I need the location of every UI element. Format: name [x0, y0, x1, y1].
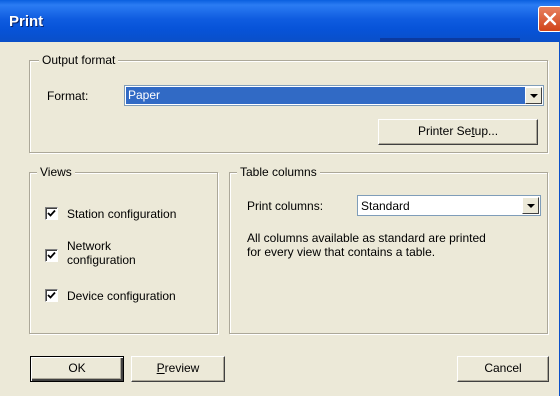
- device-configuration-label: Device configuration: [67, 289, 176, 303]
- chevron-down-icon[interactable]: [525, 87, 542, 104]
- views-group: Views Station configuration Network conf…: [29, 165, 219, 335]
- output-format-legend: Output format: [39, 53, 119, 67]
- chevron-down-icon[interactable]: [522, 197, 539, 214]
- window-title: Print: [9, 13, 44, 30]
- table-columns-group: Table columns Print columns: Standard Al…: [229, 165, 549, 335]
- station-configuration-label: Station configuration: [67, 207, 177, 221]
- table-columns-description-line2: for every view that contains a table.: [247, 245, 436, 259]
- cancel-button[interactable]: Cancel: [457, 356, 549, 382]
- device-configuration-checkbox[interactable]: [45, 289, 58, 302]
- preview-mnemonic: P: [156, 361, 165, 375]
- checkmark-icon: [47, 251, 56, 259]
- close-icon: [543, 12, 557, 26]
- network-configuration-label-line1: Network: [67, 239, 112, 253]
- network-configuration-checkbox[interactable]: [45, 249, 58, 262]
- print-columns-dropdown-value: Standard: [361, 199, 410, 213]
- views-legend: Views: [37, 165, 75, 179]
- table-columns-legend: Table columns: [237, 165, 320, 179]
- format-dropdown-value: Paper: [126, 87, 525, 104]
- print-columns-dropdown[interactable]: Standard: [357, 195, 541, 216]
- preview-button[interactable]: Preview: [131, 356, 225, 382]
- print-dialog: Print Output format Format: Paper Printe…: [0, 0, 560, 396]
- printer-setup-label-suffix: up...: [474, 124, 499, 138]
- checkmark-icon: [47, 291, 56, 299]
- checkmark-icon: [47, 209, 56, 217]
- print-columns-label: Print columns:: [247, 199, 324, 213]
- network-configuration-label-line2: configuration: [67, 253, 136, 267]
- dialog-body: Output format Format: Paper Printer Setu…: [0, 42, 560, 396]
- printer-setup-button[interactable]: Printer Setup...: [378, 119, 538, 145]
- table-columns-description-line1: All columns available as standard are pr…: [247, 231, 486, 245]
- station-configuration-checkbox[interactable]: [45, 207, 58, 220]
- output-format-group: Output format Format: Paper Printer Setu…: [29, 53, 549, 154]
- ok-button[interactable]: OK: [30, 356, 124, 382]
- close-button[interactable]: [538, 6, 560, 32]
- printer-setup-label-prefix: Printer Se: [417, 124, 472, 138]
- format-dropdown[interactable]: Paper: [124, 85, 544, 106]
- title-bar[interactable]: Print: [0, 0, 560, 42]
- preview-label-rest: review: [164, 361, 200, 375]
- format-label: Format:: [47, 89, 89, 103]
